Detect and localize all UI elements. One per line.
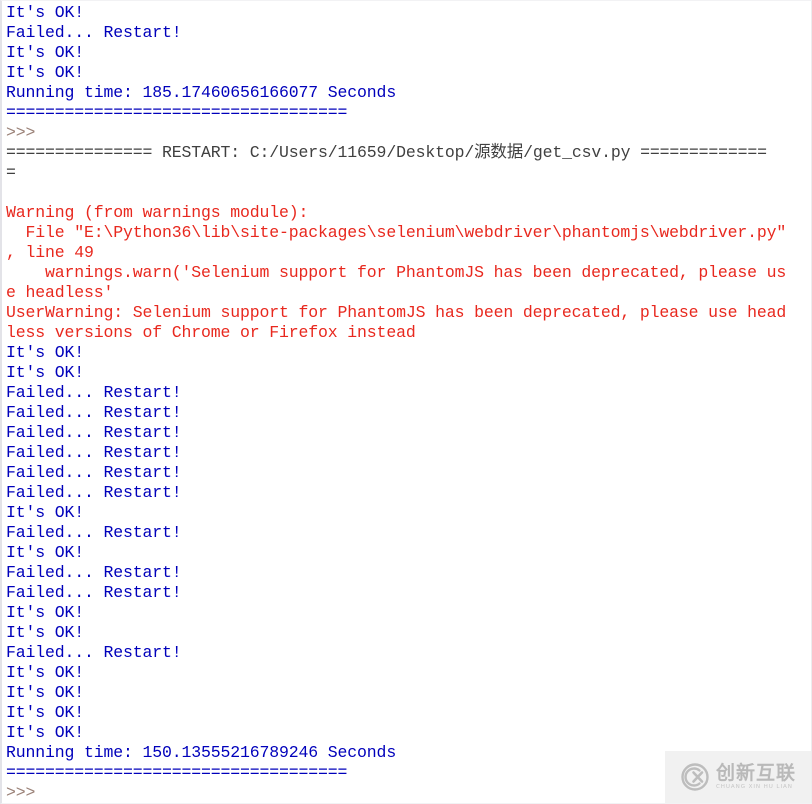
console-line-stdout: It's OK!: [6, 663, 85, 682]
console-line-stdout: It's OK!: [6, 3, 85, 22]
console-line-stderr: , line 49: [6, 243, 94, 262]
console-line-restart: =============== RESTART: C:/Users/11659/…: [6, 143, 767, 162]
console-line-stdout: Failed... Restart!: [6, 583, 182, 602]
console-line-blank: [6, 183, 811, 203]
console-line-stdout: It's OK!: [6, 723, 85, 742]
console-line-stdout: It's OK!: [6, 703, 85, 722]
console-line-restart: =: [6, 163, 16, 182]
console-line-stderr: File "E:\Python36\lib\site-packages\sele…: [6, 223, 787, 242]
console-line-stdout: Failed... Restart!: [6, 443, 182, 462]
console-line-stdout: It's OK!: [6, 343, 85, 362]
console-line-stdout: ===================================: [6, 103, 348, 122]
console-line-stdout: It's OK!: [6, 543, 85, 562]
console-line-stdout: Running time: 150.13555216789246 Seconds: [6, 743, 397, 762]
console-prompt[interactable]: >>>: [6, 783, 811, 803]
console-line-stdout: Failed... Restart!: [6, 23, 182, 42]
console-line-stdout: Failed... Restart!: [6, 563, 182, 582]
console-line-stdout: It's OK!: [6, 683, 85, 702]
console-line-stdout: It's OK!: [6, 63, 85, 82]
console-line-stdout: Failed... Restart!: [6, 483, 182, 502]
console-line-stdout: Failed... Restart!: [6, 523, 182, 542]
console-output[interactable]: It's OK! Failed... Restart! It's OK! It's O…: [6, 3, 811, 803]
console-line-stdout: Failed... Restart!: [6, 463, 182, 482]
console-line-stderr: less versions of Chrome or Firefox inste…: [6, 323, 416, 342]
console-line-stdout: ===================================: [6, 763, 348, 782]
console-line-stdout: Failed... Restart!: [6, 383, 182, 402]
console-line-stderr: Warning (from warnings module):: [6, 203, 309, 222]
console-line-stdout: It's OK!: [6, 43, 85, 62]
console-line-stdout: It's OK!: [6, 603, 85, 622]
console-line-stderr: UserWarning: Selenium support for Phanto…: [6, 303, 787, 322]
console-line-stdout: Failed... Restart!: [6, 403, 182, 422]
console-line-stdout: Failed... Restart!: [6, 643, 182, 662]
console-line-stdout: It's OK!: [6, 623, 85, 642]
console-line-stderr: warnings.warn('Selenium support for Phan…: [6, 263, 787, 282]
console-line-stdout: It's OK!: [6, 503, 85, 522]
console-line-stdout: Failed... Restart!: [6, 423, 182, 442]
console-line-stdout: It's OK!: [6, 363, 85, 382]
idle-shell-window[interactable]: It's OK! Failed... Restart! It's OK! It's O…: [0, 0, 812, 804]
console-line-stdout: Running time: 185.17460656166077 Seconds: [6, 83, 397, 102]
console-line-stderr: e headless': [6, 283, 114, 302]
console-prompt[interactable]: >>>: [6, 123, 811, 143]
